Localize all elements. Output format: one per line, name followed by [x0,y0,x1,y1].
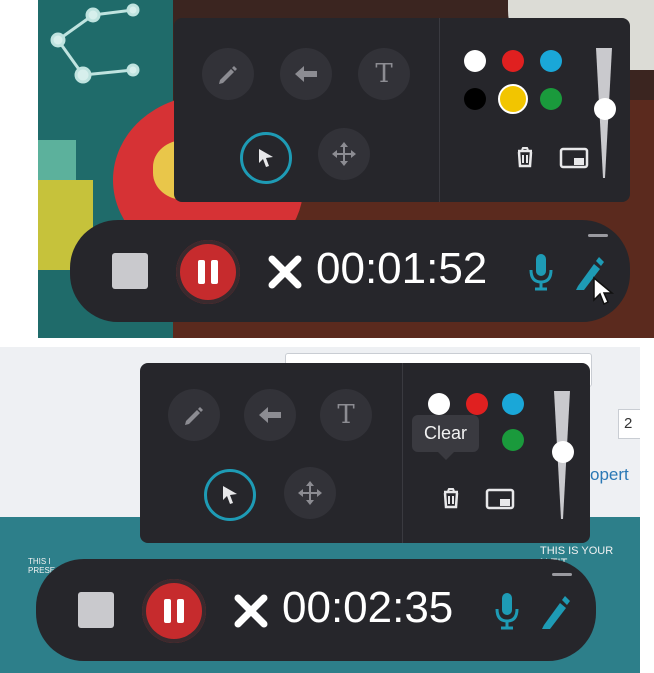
screen-icon [485,488,515,510]
move-tool-button[interactable] [318,128,370,180]
color-swatch-white[interactable] [428,393,450,415]
screen-button[interactable] [484,486,516,512]
pause-icon [198,260,205,284]
color-swatch-blue[interactable] [540,50,562,72]
background-field: 2 [618,409,640,439]
color-swatch-blue[interactable] [502,393,524,415]
select-tool-button[interactable] [204,469,256,521]
microphone-icon[interactable] [494,591,520,631]
pencil-icon [185,407,203,425]
select-tool-button[interactable] [240,132,292,184]
move-icon [332,142,356,166]
clear-button[interactable] [512,144,538,170]
clear-tooltip: Clear [412,415,480,460]
cursor-icon [223,486,237,504]
color-swatch-yellow[interactable] [498,84,528,114]
molecule-decoration [50,3,140,84]
toolbox-divider [439,18,440,202]
cancel-button[interactable] [268,255,302,289]
color-swatch-green[interactable] [502,429,524,451]
clear-button[interactable] [438,485,464,511]
brush-size-knob[interactable] [594,98,616,120]
recording-timer: 00:01:52 [316,244,488,293]
text-icon: T [337,400,355,430]
arrow-tool-button[interactable] [280,48,332,100]
stop-button[interactable] [112,253,148,289]
color-swatch-red[interactable] [502,50,524,72]
arrow-left-icon [259,407,281,423]
arrow-left-icon [295,66,317,82]
screenshot-bottom: 2 opert THIS I PRESE THIS IS YOUR N TIT … [0,347,640,673]
minimize-button[interactable] [552,573,572,576]
screen-button[interactable] [558,145,590,171]
color-swatch-white[interactable] [464,50,486,72]
trash-icon [517,147,533,168]
text-tool-button[interactable]: T [320,389,372,441]
pause-button[interactable] [142,579,206,643]
text-icon: T [375,59,393,89]
cursor-icon [259,149,273,167]
toolbox-divider [402,363,403,543]
annotation-toolbox: T Clear [140,363,590,543]
move-icon [298,481,322,505]
screen-icon [559,147,589,169]
microphone-icon[interactable] [528,252,554,292]
recorder-bar: 00:01:52 [70,220,630,322]
stop-button[interactable] [78,592,114,628]
trash-icon [443,488,459,509]
pause-icon [164,599,171,623]
minimize-button[interactable] [588,234,608,237]
pen-tool-button[interactable] [202,48,254,100]
recorder-bar: 00:02:35 [36,559,596,661]
pause-button[interactable] [176,240,240,304]
recording-timer: 00:02:35 [282,583,454,632]
annotation-toolbox: T [174,18,630,202]
mouse-cursor-icon [593,276,615,306]
color-swatch-green[interactable] [540,88,562,110]
brush-size-knob[interactable] [552,441,574,463]
color-swatch-red[interactable] [466,393,488,415]
pen-tool-button[interactable] [168,389,220,441]
cancel-button[interactable] [234,594,268,628]
pencil-icon [219,66,237,84]
arrow-tool-button[interactable] [244,389,296,441]
background-link: opert [590,465,629,484]
move-tool-button[interactable] [284,467,336,519]
screenshot-top: T 00:01:52 [38,0,654,338]
text-tool-button[interactable]: T [358,48,410,100]
pen-toggle-icon[interactable] [540,595,570,629]
color-swatch-black[interactable] [464,88,486,110]
